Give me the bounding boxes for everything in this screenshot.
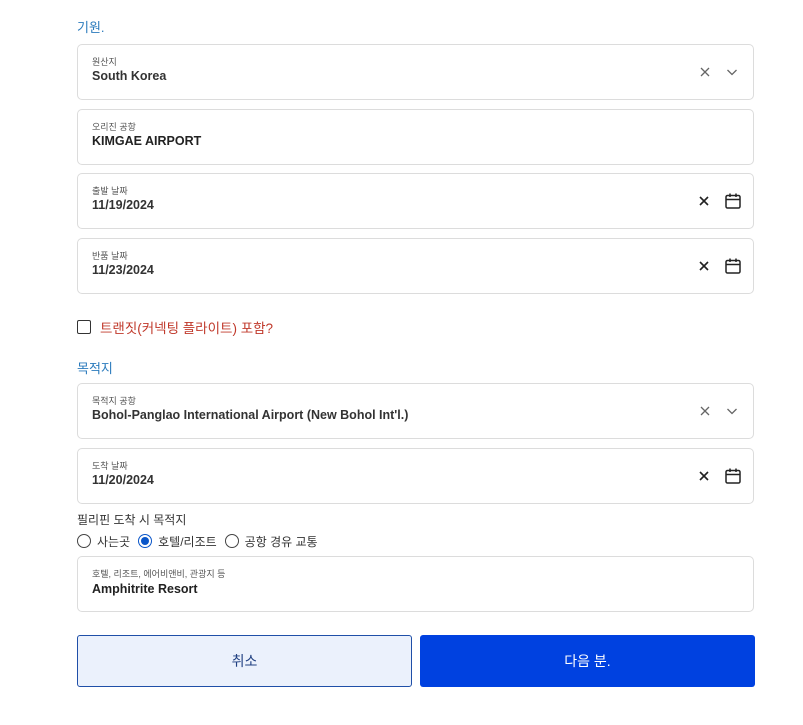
origin-country-label: 원산지 xyxy=(92,57,117,67)
radio-option-hotel-resort[interactable]: 호텔/리조트 xyxy=(138,533,217,550)
origin-country-select[interactable]: 원산지 South Korea xyxy=(77,44,754,100)
transit-checkbox[interactable] xyxy=(77,320,91,334)
return-date-value: 11/23/2024 xyxy=(92,263,154,277)
next-button[interactable]: 다음 분. xyxy=(420,635,755,687)
radio-residence-label[interactable]: 사는곳 xyxy=(97,533,130,550)
clear-icon[interactable] xyxy=(698,260,710,272)
origin-airport-field[interactable]: 오리진 공항 KIMGAE AIRPORT xyxy=(77,109,754,165)
radio-hotel-resort-label[interactable]: 호텔/리조트 xyxy=(158,533,217,550)
arrival-date-value: 11/20/2024 xyxy=(92,473,154,487)
departure-date-value: 11/19/2024 xyxy=(92,198,154,212)
hotel-name-label: 호텔, 리조트, 에어비앤비, 관광지 등 xyxy=(92,569,226,579)
destination-type-question: 필리핀 도착 시 목적지 xyxy=(77,513,187,527)
calendar-icon[interactable] xyxy=(724,467,742,485)
radio-option-residence[interactable]: 사는곳 xyxy=(77,533,130,550)
destination-airport-value: Bohol-Panglao International Airport (New… xyxy=(92,408,409,422)
hotel-name-field[interactable]: 호텔, 리조트, 에어비앤비, 관광지 등 Amphitrite Resort xyxy=(77,556,754,612)
radio-airport-transit-label[interactable]: 공항 경유 교통 xyxy=(245,533,318,550)
departure-date-field[interactable]: 출발 날짜 11/19/2024 xyxy=(77,173,754,229)
calendar-icon[interactable] xyxy=(724,257,742,275)
chevron-down-icon[interactable] xyxy=(726,406,738,416)
clear-icon[interactable] xyxy=(699,66,711,78)
destination-airport-label: 목적지 공항 xyxy=(92,396,136,406)
radio-residence[interactable] xyxy=(77,534,91,548)
origin-airport-label: 오리진 공항 xyxy=(92,122,136,132)
destination-type-radio-group: 사는곳 호텔/리조트 공항 경유 교통 xyxy=(77,532,326,550)
origin-section-title: 기원. xyxy=(77,20,105,35)
return-date-field[interactable]: 반품 날짜 11/23/2024 xyxy=(77,238,754,294)
clear-icon[interactable] xyxy=(698,470,710,482)
arrival-date-field[interactable]: 도착 날짜 11/20/2024 xyxy=(77,448,754,504)
transit-checkbox-label[interactable]: 트랜짓(커넥팅 플라이트) 포함? xyxy=(100,317,273,337)
transit-checkbox-row[interactable]: 트랜짓(커넥팅 플라이트) 포함? xyxy=(77,318,273,336)
origin-airport-value: KIMGAE AIRPORT xyxy=(92,134,202,148)
chevron-down-icon[interactable] xyxy=(726,67,738,77)
hotel-name-value: Amphitrite Resort xyxy=(92,582,198,596)
cancel-button[interactable]: 취소 xyxy=(77,635,412,687)
clear-icon[interactable] xyxy=(698,195,710,207)
radio-hotel-resort[interactable] xyxy=(138,534,153,548)
origin-country-value: South Korea xyxy=(92,69,167,83)
destination-section-title: 목적지 xyxy=(77,361,113,376)
radio-option-airport-transit[interactable]: 공항 경유 교통 xyxy=(224,533,318,550)
calendar-icon[interactable] xyxy=(724,192,742,210)
return-date-label: 반품 날짜 xyxy=(92,251,128,261)
arrival-date-label: 도착 날짜 xyxy=(92,461,128,471)
destination-airport-select[interactable]: 목적지 공항 Bohol-Panglao International Airpo… xyxy=(77,383,754,439)
departure-date-label: 출발 날짜 xyxy=(92,186,128,196)
clear-icon[interactable] xyxy=(699,405,711,417)
radio-airport-transit[interactable] xyxy=(224,534,239,548)
